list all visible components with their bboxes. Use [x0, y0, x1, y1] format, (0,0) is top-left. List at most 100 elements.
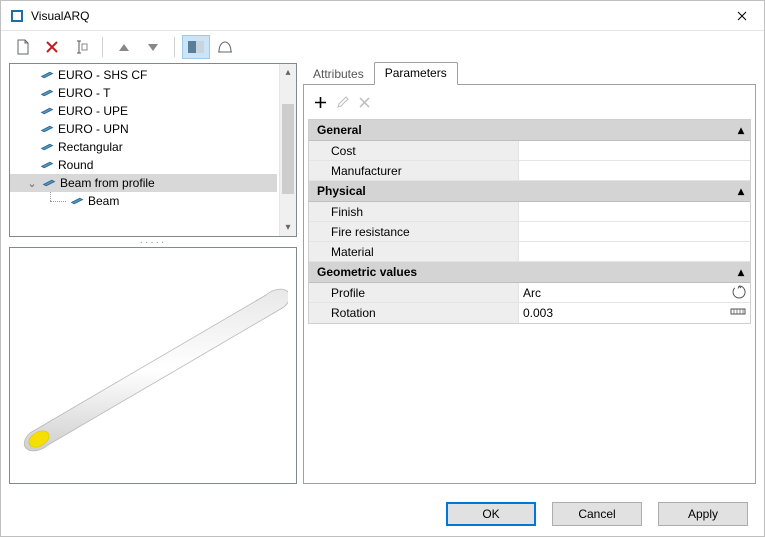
close-button[interactable] — [719, 1, 764, 31]
scroll-up-button[interactable]: ▴ — [280, 64, 296, 81]
tree-item-label: EURO - UPN — [58, 122, 129, 136]
param-value-text: Arc — [523, 286, 541, 300]
preview-viewport[interactable] — [9, 247, 297, 484]
cancel-button[interactable]: Cancel — [552, 502, 642, 526]
param-value-cell[interactable] — [519, 222, 750, 241]
beam-icon — [40, 106, 54, 116]
tree-item[interactable]: Rectangular — [10, 138, 279, 156]
tree-item[interactable]: EURO - UPE — [10, 102, 279, 120]
tree-item-label: Beam — [88, 194, 119, 208]
param-row[interactable]: Rotation 0.003 — [309, 303, 750, 323]
tab-attributes[interactable]: Attributes — [303, 64, 374, 85]
profile-icon[interactable] — [732, 285, 746, 302]
delete-parameter-button[interactable] — [354, 92, 374, 112]
param-row[interactable]: Finish — [309, 202, 750, 222]
tree-item[interactable]: EURO - UPN — [10, 120, 279, 138]
param-value-cell[interactable] — [519, 161, 750, 180]
param-name-cell: Rotation — [309, 303, 519, 323]
param-row[interactable]: Fire resistance — [309, 222, 750, 242]
tree-item[interactable]: EURO - SHS CF — [10, 66, 279, 84]
titlebar: VisualARQ — [1, 1, 764, 31]
view-mode-render-button[interactable] — [182, 35, 210, 59]
beam-icon — [40, 124, 54, 134]
tree-item-label: Beam from profile — [60, 176, 155, 190]
parameters-toolbar — [308, 91, 751, 113]
move-down-button[interactable] — [139, 35, 167, 59]
toolbar-separator — [174, 37, 175, 57]
param-row[interactable]: Manufacturer — [309, 161, 750, 181]
tree-item-label: Round — [58, 158, 93, 172]
param-value-cell[interactable]: Arc — [519, 283, 750, 302]
rename-icon — [73, 39, 89, 55]
length-icon[interactable] — [730, 305, 746, 319]
tree-item[interactable]: EURO - T — [10, 84, 279, 102]
wire-view-icon — [217, 40, 233, 54]
group-label: Physical — [317, 184, 366, 198]
param-row[interactable]: Material — [309, 242, 750, 262]
splitter-handle[interactable]: ····· — [9, 239, 297, 245]
tree-item-child[interactable]: Beam — [10, 192, 279, 210]
group-label: Geometric values — [317, 265, 417, 279]
param-name-cell: Profile — [309, 283, 519, 302]
rename-button[interactable] — [67, 35, 95, 59]
apply-button[interactable]: Apply — [658, 502, 748, 526]
group-label: General — [317, 123, 362, 137]
tree-item-selected[interactable]: ⌄ Beam from profile — [10, 174, 277, 192]
triangle-down-icon — [148, 44, 158, 51]
collapse-icon: ▴ — [738, 184, 744, 198]
param-value-cell[interactable]: 0.003 — [519, 303, 750, 323]
beam-icon — [40, 142, 54, 152]
beam-icon — [40, 160, 54, 170]
param-value-cell[interactable] — [519, 202, 750, 221]
tab-bar: Attributes Parameters — [303, 63, 756, 85]
param-name-cell: Manufacturer — [309, 161, 519, 180]
tree-item-label: EURO - UPE — [58, 104, 128, 118]
move-up-button[interactable] — [110, 35, 138, 59]
tab-parameters[interactable]: Parameters — [374, 62, 458, 85]
add-parameter-button[interactable] — [310, 92, 330, 112]
collapse-icon: ▴ — [738, 123, 744, 137]
x-icon — [359, 97, 370, 108]
beam-icon — [40, 70, 54, 80]
delete-button[interactable] — [38, 35, 66, 59]
tree-item-label: EURO - T — [58, 86, 110, 100]
tree-item-label: Rectangular — [58, 140, 123, 154]
beam-icon — [40, 88, 54, 98]
new-document-icon — [15, 39, 31, 55]
tree-item[interactable]: Round — [10, 156, 279, 174]
style-tree[interactable]: EURO - SHS CF EURO - T EURO - UPE EURO -… — [9, 63, 297, 237]
group-header-general[interactable]: General ▴ — [309, 120, 750, 141]
param-value-text: 0.003 — [523, 306, 553, 320]
scrollbar-thumb[interactable] — [282, 104, 294, 194]
dialog-window: VisualARQ — [0, 0, 765, 537]
group-header-physical[interactable]: Physical ▴ — [309, 181, 750, 202]
plus-icon — [314, 96, 327, 109]
beam-icon — [42, 178, 56, 188]
tree-item-label: EURO - SHS CF — [58, 68, 147, 82]
toolbar — [1, 31, 764, 63]
dialog-buttons: OK Cancel Apply — [1, 492, 764, 536]
beam-icon — [70, 196, 84, 206]
collapse-icon: ▴ — [738, 265, 744, 279]
scroll-down-button[interactable]: ▾ — [280, 219, 296, 236]
grip-icon: ····· — [140, 237, 167, 248]
render-view-icon — [188, 41, 204, 53]
param-name-cell: Fire resistance — [309, 222, 519, 241]
parameter-grid: General ▴ Cost Manufacturer Physical ▴ — [308, 119, 751, 324]
param-name-cell: Material — [309, 242, 519, 261]
edit-parameter-button[interactable] — [332, 92, 352, 112]
parameters-panel: General ▴ Cost Manufacturer Physical ▴ — [303, 85, 756, 484]
param-row[interactable]: Cost — [309, 141, 750, 161]
chevron-down-icon[interactable]: ⌄ — [26, 177, 38, 190]
pencil-icon — [336, 96, 349, 109]
scrollbar[interactable]: ▴ ▾ — [279, 64, 296, 236]
param-value-cell[interactable] — [519, 141, 750, 160]
new-button[interactable] — [9, 35, 37, 59]
ok-button[interactable]: OK — [446, 502, 536, 526]
group-header-geometric[interactable]: Geometric values ▴ — [309, 262, 750, 283]
param-value-cell[interactable] — [519, 242, 750, 261]
window-title: VisualARQ — [31, 9, 89, 23]
beam-preview-icon — [18, 251, 288, 481]
view-mode-wire-button[interactable] — [211, 35, 239, 59]
param-row[interactable]: Profile Arc — [309, 283, 750, 303]
